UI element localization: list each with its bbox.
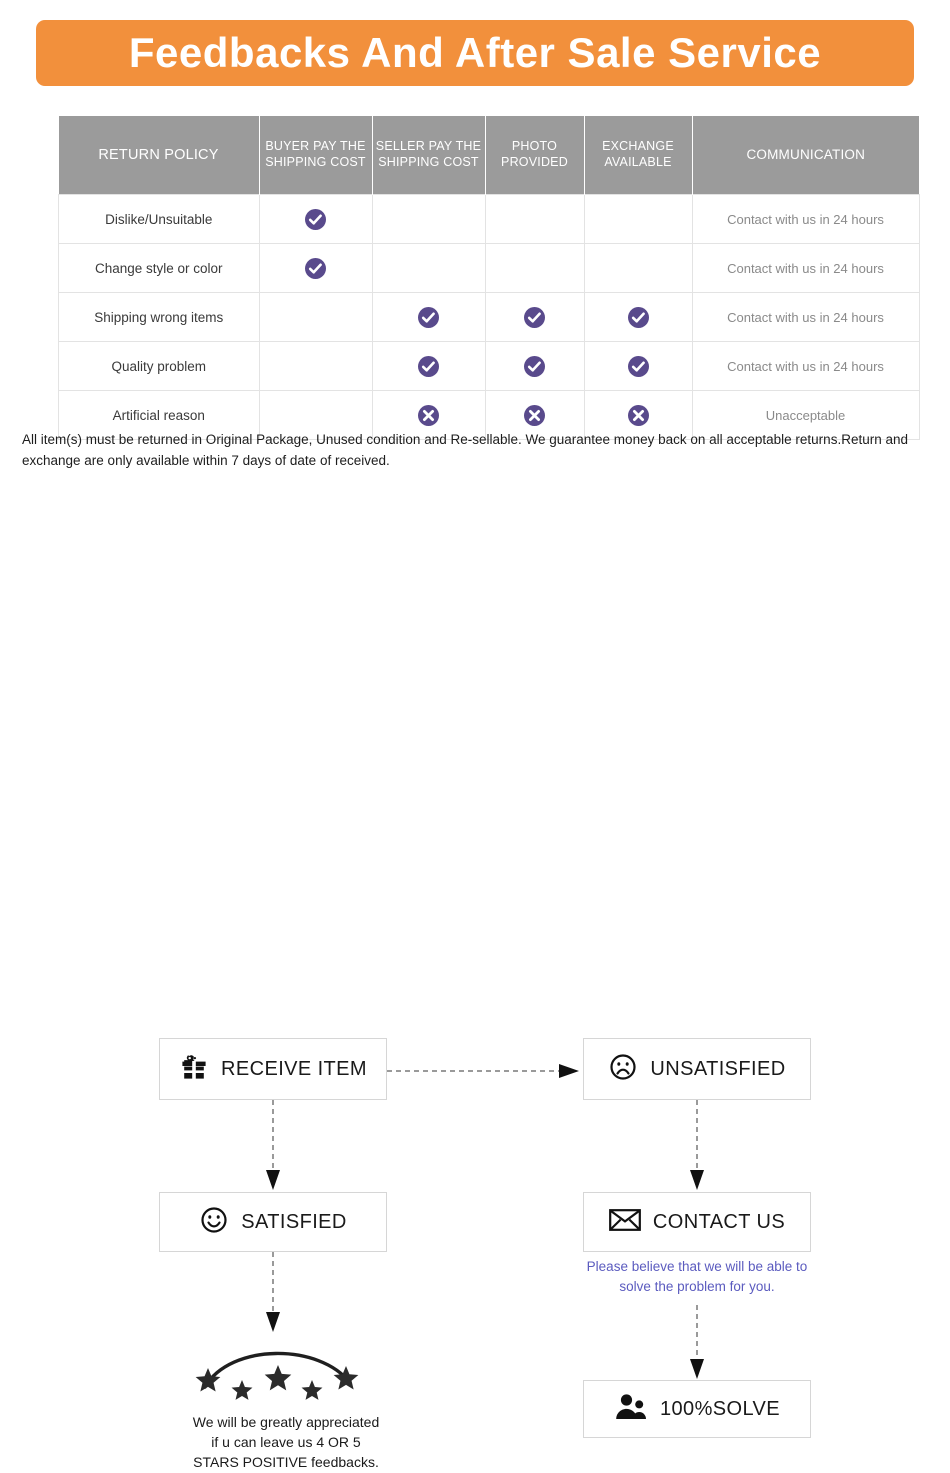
stars-note-line-1: We will be greatly appreciated (192, 1414, 380, 1430)
connector-contact-to-solve (690, 1305, 704, 1379)
cell-communication: Contact with us in 24 hours (691, 292, 920, 342)
cell-seller (371, 341, 486, 391)
cross-icon (524, 404, 545, 426)
connector-receive-to-satisfied (266, 1100, 280, 1190)
cell-communication: Contact with us in 24 hours (691, 243, 920, 293)
column-header-photo-provided: PHOTO PROVIDED (485, 116, 585, 195)
star-icon (301, 1380, 323, 1400)
cell-exchange (583, 292, 693, 342)
table-row: Quality problem Contact with us in 24 hou… (58, 341, 920, 391)
people-icon (614, 1393, 648, 1426)
cell-photo (484, 341, 585, 391)
column-header-seller-pay: SELLER PAY THE SHIPPING COST (372, 116, 486, 195)
cell-communication: Contact with us in 24 hours (691, 194, 920, 244)
cell-photo (484, 243, 585, 293)
cell-exchange (583, 341, 693, 391)
flow-node-contact-us-label: CONTACT US (652, 1210, 786, 1233)
page-header-banner: Feedbacks And After Sale Service (36, 20, 914, 86)
page-title: Feedbacks And After Sale Service (128, 29, 822, 76)
stars-note-line-3: STARS POSITIVE feedbacks. (193, 1453, 379, 1470)
returns-disclaimer-text: All item(s) must be returned in Original… (22, 432, 908, 468)
five-star-rating-graphic (160, 1331, 400, 1401)
cell-buyer (258, 341, 373, 391)
flow-node-satisfied-label: SATISFIED (241, 1210, 347, 1233)
flow-node-receive-item-label: RECEIVE ITEM (221, 1057, 367, 1080)
cell-photo (484, 194, 585, 244)
happy-face-icon (199, 1205, 229, 1240)
return-policy-table: RETURN POLICY BUYER PAY THE SHIPPING COS… (58, 116, 920, 440)
column-header-communication: COMMUNICATION (692, 116, 919, 195)
cell-exchange (583, 243, 693, 293)
cross-icon (418, 404, 439, 426)
check-icon (627, 306, 649, 328)
table-row: Dislike/Unsuitable Contact with us in 24 … (58, 194, 920, 244)
star-icon (264, 1365, 292, 1391)
check-icon (305, 208, 326, 230)
connector-satisfied-to-stars (266, 1252, 280, 1332)
column-header-return-policy: RETURN POLICY (58, 116, 260, 195)
table-header-row: RETURN POLICY BUYER PAY THE SHIPPING COS… (58, 116, 919, 195)
check-icon (305, 257, 326, 279)
connector-unsatisfied-to-contact (690, 1100, 704, 1190)
column-header-exchange-available: EXCHANGE AVAILABLE (584, 116, 693, 195)
connector-receive-to-unsatisfied (387, 1064, 579, 1078)
cell-return-policy: Dislike/Unsuitable (58, 194, 260, 244)
cell-seller (371, 243, 486, 293)
cell-exchange (583, 194, 693, 244)
cell-buyer (258, 243, 373, 293)
check-icon (627, 355, 649, 377)
column-header-buyer-pay: BUYER PAY THE SHIPPING COST (259, 116, 373, 195)
table-row: Change style or color Contact with us in … (58, 243, 920, 293)
check-icon (418, 306, 439, 328)
star-icon (231, 1380, 253, 1400)
flow-node-solve-label: 100%SOLVE (660, 1397, 780, 1420)
flow-node-receive-item[interactable]: RECEIVE ITEM (159, 1038, 387, 1100)
check-icon (524, 306, 545, 328)
stars-note-line-2: if u can leave us 4 OR 5 (211, 1433, 361, 1450)
table-body: Dislike/Unsuitable Contact with us in 24 … (58, 194, 920, 440)
cell-seller (371, 292, 486, 342)
positive-feedback-request-note: We will be greatly appreciated if u can … (140, 1413, 432, 1473)
cell-return-policy: Quality problem (58, 341, 260, 391)
table-row: Shipping wrong items Contact with us in 2… (58, 292, 920, 342)
flow-node-satisfied[interactable]: SATISFIED (159, 1192, 387, 1252)
cell-buyer (258, 194, 373, 244)
cell-photo (484, 292, 585, 342)
cell-return-policy: Change style or color (58, 243, 260, 293)
check-icon (524, 355, 545, 377)
contact-reassurance-note: Please believe that we will be able to s… (586, 1259, 808, 1294)
cell-seller (371, 194, 486, 244)
cell-return-policy: Shipping wrong items (58, 292, 260, 342)
flow-node-unsatisfied-label: UNSATISFIED (650, 1057, 786, 1080)
cross-icon (627, 404, 649, 426)
flow-node-contact-us[interactable]: CONTACT US (583, 1192, 811, 1252)
cell-buyer (258, 292, 373, 342)
cell-communication: Contact with us in 24 hours (691, 341, 920, 391)
gift-icon (179, 1052, 209, 1087)
check-icon (418, 355, 439, 377)
envelope-icon (609, 1207, 641, 1238)
after-sale-flowchart: RECEIVE ITEM UNSATISFIED SATISFIED CONTA… (0, 505, 950, 1470)
flow-node-unsatisfied[interactable]: UNSATISFIED (583, 1038, 811, 1100)
sad-face-icon (608, 1052, 638, 1087)
flow-node-solve[interactable]: 100%SOLVE (583, 1380, 811, 1438)
